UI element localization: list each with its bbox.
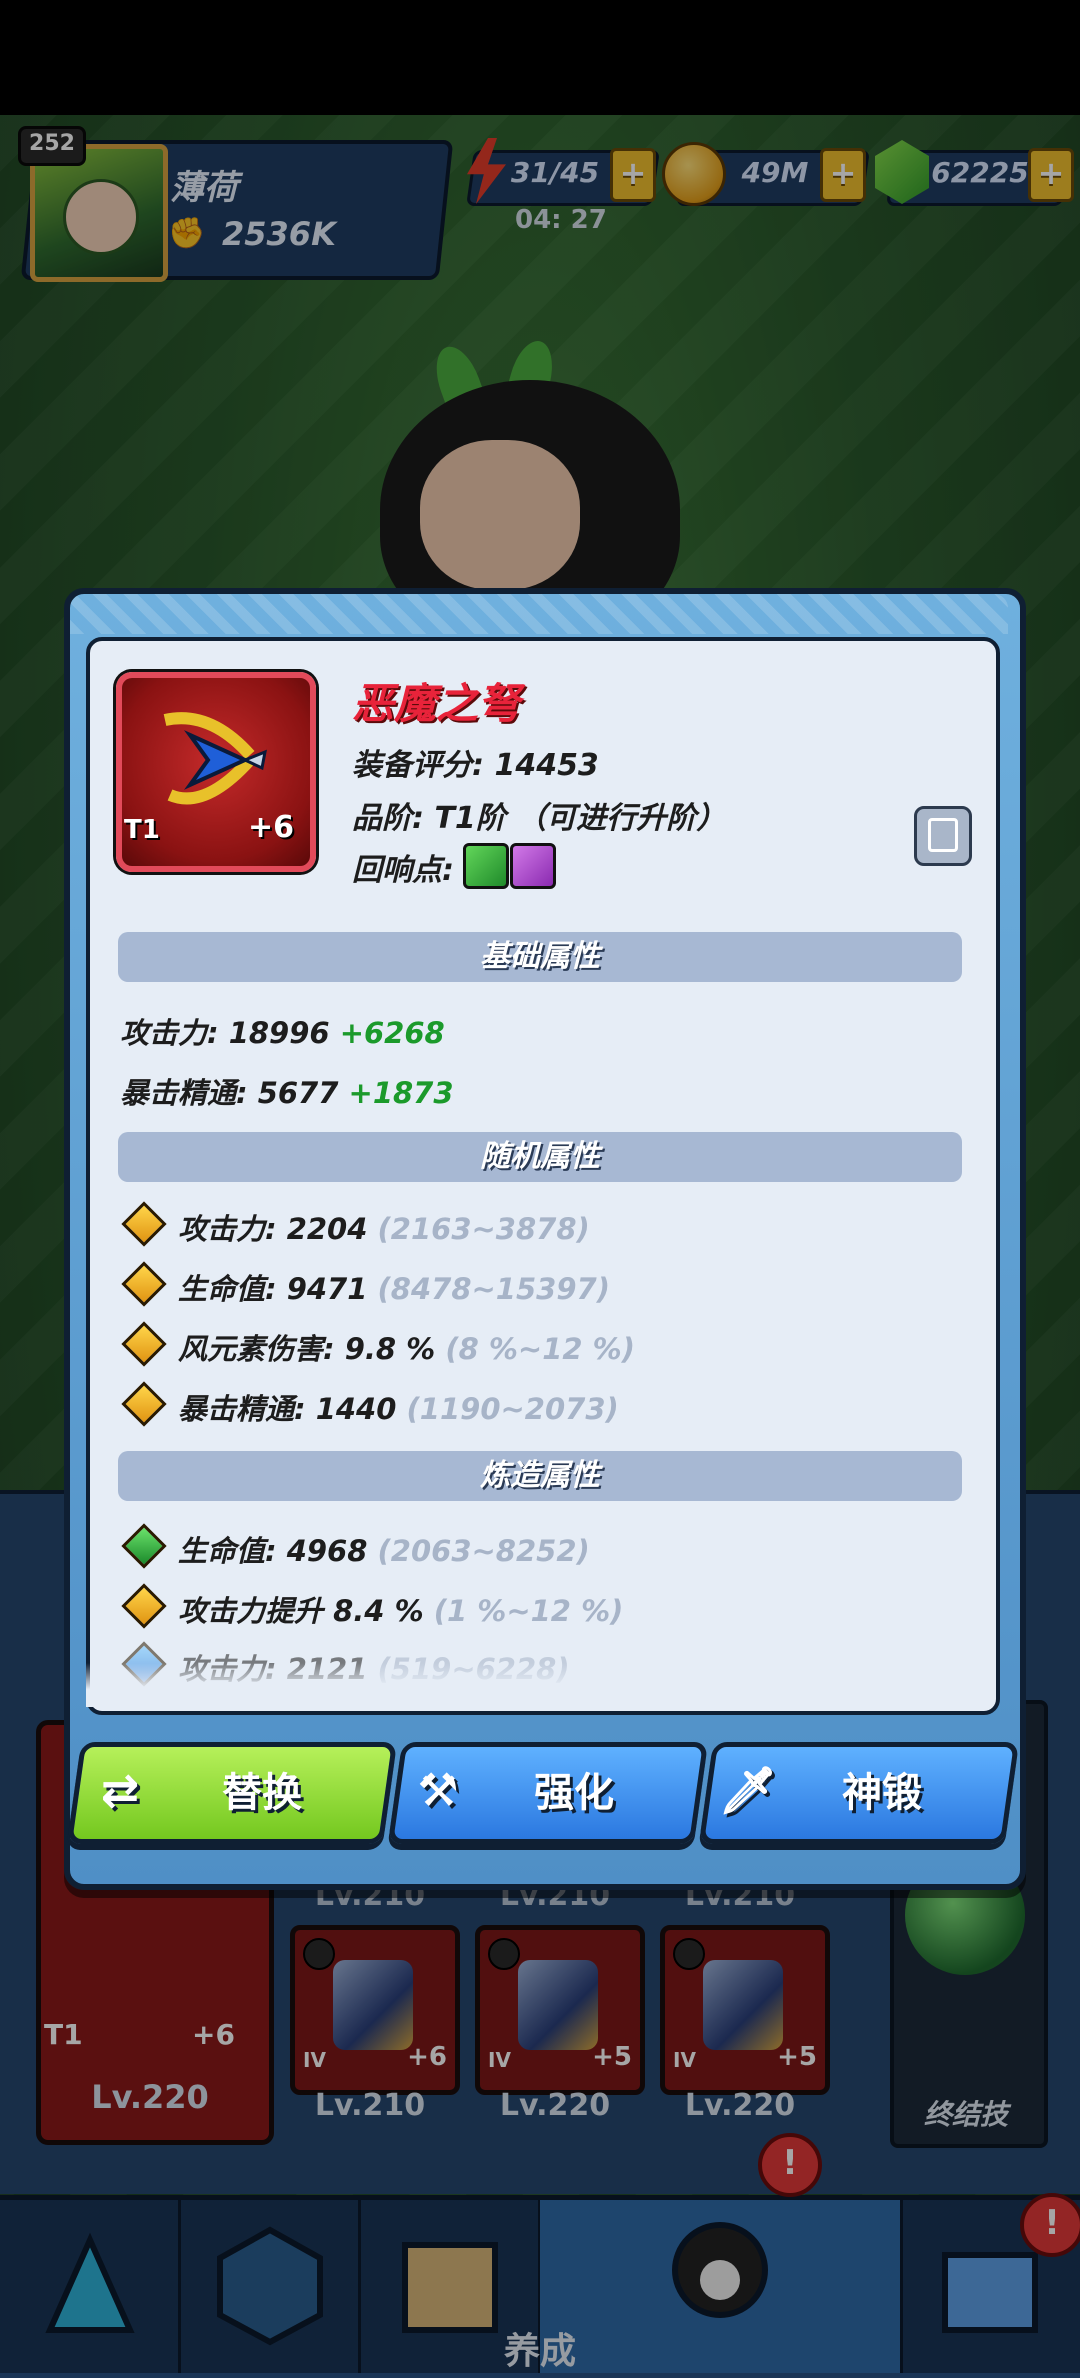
section-base-stats: 基础属性 bbox=[118, 932, 962, 982]
replace-button-label: 替换 bbox=[222, 1770, 302, 1816]
random-stat: 暴击精通: 1440 (1190~2073) bbox=[178, 1392, 619, 1426]
base-stat-crit: 暴击精通: 5677 +1873 bbox=[120, 1076, 454, 1110]
base-stat-attack: 攻击力: 18996 +6268 bbox=[120, 1016, 445, 1050]
equipment-tier: 品阶: T1阶 （可进行升阶） bbox=[352, 801, 727, 836]
crossbow-icon bbox=[163, 712, 267, 805]
section-random-stats: 随机属性 bbox=[118, 1132, 962, 1182]
popup-header-stripes bbox=[70, 594, 1008, 634]
hammer-icon: ⚒ bbox=[417, 1763, 459, 1817]
forge-stat: 生命值: 4968 (2063~8252) bbox=[178, 1534, 590, 1568]
sword-icon: 🗡 bbox=[718, 1763, 778, 1817]
random-stat: 攻击力: 2204 (2163~3878) bbox=[178, 1212, 590, 1246]
echo-leaf-icon bbox=[463, 843, 509, 889]
section-forge-stats: 炼造属性 bbox=[118, 1451, 962, 1501]
lock-icon bbox=[928, 818, 958, 852]
enhance-button-label: 强化 bbox=[534, 1770, 614, 1816]
random-stat: 生命值: 9471 (8478~15397) bbox=[178, 1272, 610, 1306]
random-stat: 风元素伤害: 9.8 % (8 %~12 %) bbox=[178, 1332, 635, 1366]
echo-points-label: 回响点: bbox=[352, 853, 454, 888]
echo-skull-icon bbox=[510, 843, 556, 889]
item-plus-badge: +6 bbox=[248, 810, 295, 845]
item-name: 恶魔之弩 bbox=[352, 679, 521, 728]
divine-forge-button-label: 神锻 bbox=[842, 1770, 922, 1816]
item-tier-badge: T1 bbox=[124, 815, 160, 845]
equipment-score: 装备评分: 14453 bbox=[352, 748, 599, 783]
forge-stat: 攻击力提升 8.4 % (1 %~12 %) bbox=[178, 1594, 624, 1628]
scroll-fade bbox=[86, 1663, 992, 1707]
swap-icon: ⇄ bbox=[100, 1763, 140, 1817]
